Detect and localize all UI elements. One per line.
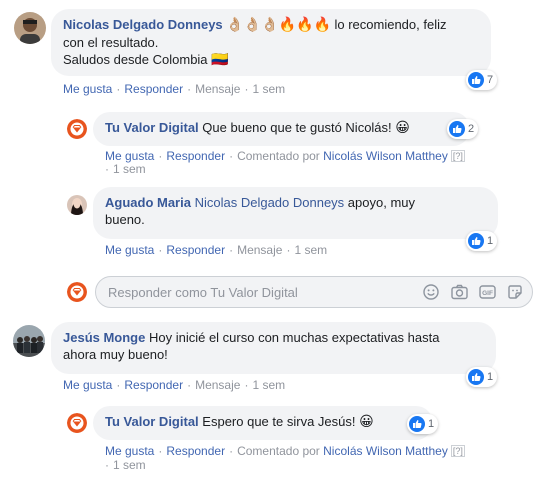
colombia-flag-emoji: 🇨🇴 bbox=[211, 52, 229, 68]
reaction-number: 7 bbox=[487, 74, 494, 86]
mention-link[interactable]: Nicolas Delgado Donneys bbox=[195, 195, 345, 210]
comment-actions-time: · 1 sem bbox=[105, 458, 146, 472]
reply-input[interactable]: Responder como Tu Valor Digital GIF bbox=[95, 276, 533, 308]
avatar-aguado-maria[interactable] bbox=[67, 195, 87, 215]
comment-actions: Me gusta · Responder · Comentado por Nicolás… bbox=[105, 444, 465, 458]
comment-actions: Me gusta · Responder · Mensaje · 1 sem bbox=[63, 378, 286, 392]
comment-bubble: Tu Valor Digital Espero que te sirva Jes… bbox=[93, 406, 433, 440]
comment-author[interactable]: Jesús Monge bbox=[63, 330, 145, 345]
comment-author[interactable]: Nicolas Delgado Donneys bbox=[63, 17, 223, 32]
reaction-number: 1 bbox=[487, 235, 494, 247]
reply-button[interactable]: Responder bbox=[124, 378, 183, 392]
like-button[interactable]: Me gusta bbox=[105, 444, 154, 458]
reply-button[interactable]: Responder bbox=[124, 82, 183, 96]
like-button[interactable]: Me gusta bbox=[63, 378, 112, 392]
timestamp[interactable]: 1 sem bbox=[294, 243, 327, 257]
comment-bubble: Tu Valor Digital Que bueno que te gustó … bbox=[93, 112, 470, 146]
avatar-jesus-monge[interactable] bbox=[13, 325, 45, 357]
comment-bubble: Jesús Monge Hoy inicié el curso con much… bbox=[51, 322, 496, 374]
gif-icon[interactable]: GIF bbox=[478, 283, 496, 301]
timestamp[interactable]: 1 sem bbox=[113, 162, 146, 176]
comment-bubble: Aguado Maria Nicolas Delgado Donneys apo… bbox=[93, 187, 498, 239]
brand-logo-icon bbox=[67, 282, 87, 302]
help-badge[interactable]: [?] bbox=[450, 150, 465, 162]
smile-emoji: 😀 bbox=[359, 414, 374, 430]
timestamp[interactable]: 1 sem bbox=[252, 82, 285, 96]
svg-text:GIF: GIF bbox=[482, 290, 493, 297]
like-button[interactable]: Me gusta bbox=[63, 82, 112, 96]
reply-button[interactable]: Responder bbox=[166, 243, 225, 257]
fire-emoji: 🔥🔥🔥 bbox=[278, 17, 331, 33]
reply-placeholder: Responder como Tu Valor Digital bbox=[108, 285, 298, 300]
ok-hand-emoji: 👌🏼👌🏼👌🏼 bbox=[226, 17, 279, 33]
message-link[interactable]: Mensaje bbox=[237, 243, 282, 257]
comment-text: Que bueno que te gustó Nicolás! bbox=[202, 120, 392, 135]
camera-icon[interactable] bbox=[450, 283, 468, 301]
reply-button[interactable]: Responder bbox=[166, 444, 225, 458]
sticker-icon[interactable] bbox=[506, 283, 524, 301]
help-badge[interactable]: [?] bbox=[450, 445, 465, 457]
commented-by-label: Comentado por bbox=[237, 149, 320, 163]
reaction-count[interactable]: 1 bbox=[466, 367, 498, 387]
reaction-number: 2 bbox=[468, 123, 475, 135]
like-icon bbox=[468, 369, 484, 385]
comment-text: con el resultado. bbox=[63, 35, 159, 50]
brand-logo-icon[interactable] bbox=[67, 119, 87, 139]
like-icon bbox=[468, 233, 484, 249]
comment-author[interactable]: Tu Valor Digital bbox=[105, 414, 199, 429]
reaction-number: 1 bbox=[487, 371, 494, 383]
reply-toolbar: GIF bbox=[422, 283, 524, 301]
commented-by-label: Comentado por bbox=[237, 444, 320, 458]
brand-logo-icon[interactable] bbox=[67, 413, 87, 433]
timestamp[interactable]: 1 sem bbox=[113, 458, 146, 472]
smiley-icon[interactable] bbox=[422, 283, 440, 301]
commenter-link[interactable]: Nicolás Wilson Matthey bbox=[323, 149, 448, 163]
comment-actions-time: · 1 sem bbox=[105, 162, 146, 176]
like-icon bbox=[449, 121, 465, 137]
smile-emoji: 😀 bbox=[395, 120, 410, 136]
comment-text: Hoy inicié el curso con muchas expectati… bbox=[148, 330, 440, 345]
reply-button[interactable]: Responder bbox=[166, 149, 225, 163]
reaction-count[interactable]: 7 bbox=[466, 70, 498, 90]
comment-text: bueno. bbox=[105, 212, 145, 227]
comment-text: Espero que te sirva Jesús! bbox=[202, 414, 356, 429]
comment-actions: Me gusta · Responder · Mensaje · 1 sem bbox=[63, 82, 286, 96]
comment-actions: Me gusta · Responder · Comentado por Nicolás… bbox=[105, 149, 465, 163]
reaction-number: 1 bbox=[428, 418, 435, 430]
comment-author[interactable]: Aguado Maria bbox=[105, 195, 191, 210]
message-link[interactable]: Mensaje bbox=[195, 82, 240, 96]
like-icon bbox=[409, 416, 425, 432]
message-link[interactable]: Mensaje bbox=[195, 378, 240, 392]
comment-text: apoyo, muy bbox=[344, 195, 416, 210]
avatar-nicolas[interactable] bbox=[14, 12, 46, 44]
reaction-count[interactable]: 1 bbox=[407, 414, 439, 434]
comment-bubble: Nicolas Delgado Donneys 👌🏼👌🏼👌🏼🔥🔥🔥 lo rec… bbox=[51, 9, 491, 76]
like-button[interactable]: Me gusta bbox=[105, 243, 154, 257]
comment-text: Saludos desde Colombia bbox=[63, 52, 208, 67]
comment-text: lo recomiendo, feliz bbox=[330, 17, 447, 32]
commenter-link[interactable]: Nicolás Wilson Matthey bbox=[323, 444, 448, 458]
timestamp[interactable]: 1 sem bbox=[252, 378, 285, 392]
comment-author[interactable]: Tu Valor Digital bbox=[105, 120, 199, 135]
comment-actions: Me gusta · Responder · Mensaje · 1 sem bbox=[105, 243, 328, 257]
like-icon bbox=[468, 72, 484, 88]
avatar-image bbox=[14, 12, 46, 44]
reaction-count[interactable]: 2 bbox=[447, 119, 479, 139]
reaction-count[interactable]: 1 bbox=[466, 231, 498, 251]
comment-text: ahora muy bueno! bbox=[63, 347, 168, 362]
